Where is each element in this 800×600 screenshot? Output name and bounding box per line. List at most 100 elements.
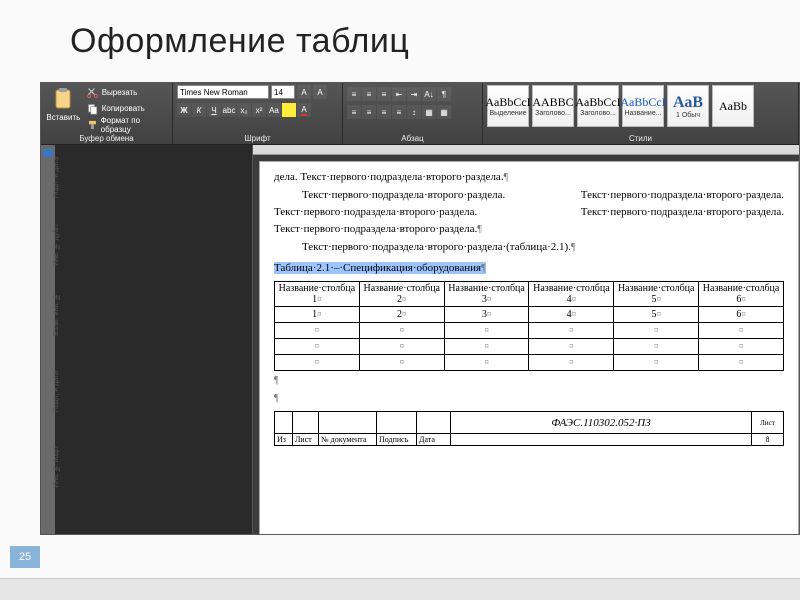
numbering-button[interactable]: ≡ (362, 87, 376, 101)
table-cell[interactable]: 3¤ (444, 307, 529, 323)
justify-button[interactable]: ≡ (392, 105, 406, 119)
clear-format-button[interactable]: Aa (267, 103, 281, 117)
paste-label: Вставить (46, 113, 80, 122)
copy-button[interactable]: Копировать (85, 101, 168, 116)
table-cell[interactable]: ¤ (529, 323, 614, 339)
brush-icon (87, 119, 98, 131)
multilevel-button[interactable]: ≡ (377, 87, 391, 101)
stamp-cell: Дата (417, 434, 451, 446)
subscript-button[interactable]: x₂ (237, 103, 251, 117)
table-cell[interactable]: ¤ (275, 339, 360, 355)
paste-button[interactable]: Вставить (45, 85, 82, 133)
stamp-cell: № документа (319, 434, 377, 446)
align-left-button[interactable]: ≡ (347, 105, 361, 119)
table-header-cell[interactable]: Название·столбца 2¤ (359, 282, 444, 307)
bold-button[interactable]: Ж (177, 103, 191, 117)
ribbon: Вставить Вырезать Копировать Формат по о… (41, 83, 799, 145)
table-cell[interactable]: 4¤ (529, 307, 614, 323)
copy-icon (87, 103, 99, 115)
gost-stamp: ФАЭС.110302.052·ПЗ Лист Из Лист № докуме… (274, 411, 784, 446)
table-header-cell[interactable]: Название·столбца 6¤ (699, 282, 784, 307)
font-name-combo[interactable]: Times New Roman (177, 85, 269, 99)
group-paragraph-label: Абзац (347, 133, 478, 144)
table-cell[interactable]: 5¤ (614, 307, 699, 323)
style-card[interactable]: AABBCЗаголово... (532, 85, 574, 127)
margin-label: Подп. и дата (53, 371, 60, 412)
stamp-cell: Из (275, 434, 293, 446)
sort-button[interactable]: A↓ (422, 87, 436, 101)
scissors-icon (87, 87, 99, 99)
table-cell[interactable]: ¤ (529, 355, 614, 371)
presenter-statusbar (0, 578, 800, 600)
table-cell[interactable]: ¤ (359, 355, 444, 371)
style-card[interactable]: AaBbCcIЗаголово... (577, 85, 619, 127)
margin-label: Взам. инв. № (53, 293, 60, 336)
superscript-button[interactable]: x² (252, 103, 266, 117)
word-window: Вставить Вырезать Копировать Формат по о… (40, 82, 800, 535)
table-header-cell[interactable]: Название·столбца 4¤ (529, 282, 614, 307)
table-cell[interactable]: ¤ (614, 339, 699, 355)
table-header-cell[interactable]: Название·столбца 3¤ (444, 282, 529, 307)
align-center-button[interactable]: ≡ (362, 105, 376, 119)
specification-table[interactable]: Название·столбца 1¤Название·столбца 2¤На… (274, 281, 784, 371)
style-card[interactable]: AaBb (712, 85, 754, 127)
table-cell[interactable]: ¤ (529, 339, 614, 355)
table-cell[interactable]: ¤ (614, 323, 699, 339)
page-viewport[interactable]: дела. Текст·первого·подраздела·второго·р… (253, 155, 799, 534)
grow-font-button[interactable]: A (297, 85, 311, 99)
margin-label: Подп. и дата (53, 157, 60, 198)
group-clipboard-label: Буфер обмена (45, 133, 168, 144)
table-cell[interactable]: ¤ (359, 339, 444, 355)
table-cell[interactable]: 2¤ (359, 307, 444, 323)
cut-label: Вырезать (102, 88, 138, 97)
line-spacing-button[interactable]: ↕ (407, 105, 421, 119)
ruler-horizontal[interactable] (253, 145, 799, 155)
table-cell[interactable]: ¤ (444, 323, 529, 339)
font-color-button[interactable]: A (297, 103, 311, 117)
strike-button[interactable]: abc (222, 103, 236, 117)
document-area: Подп. и дата Инв. № дубл. Взам. инв. № П… (41, 145, 799, 534)
table-cell[interactable]: ¤ (699, 339, 784, 355)
table-cell[interactable]: ¤ (699, 323, 784, 339)
table-cell[interactable]: ¤ (699, 355, 784, 371)
align-right-button[interactable]: ≡ (377, 105, 391, 119)
style-card[interactable]: AaBbCcIВыделение (487, 85, 529, 127)
style-card[interactable]: АаВ1 Обыч (667, 85, 709, 127)
table-cell[interactable]: ¤ (444, 355, 529, 371)
table-header-cell[interactable]: Название·столбца 1¤ (275, 282, 360, 307)
indent-dec-button[interactable]: ⇤ (392, 87, 406, 101)
group-font: Times New Roman 14 A A Ж К Ч abc x₂ x² A… (173, 83, 343, 144)
show-marks-button[interactable]: ¶ (437, 87, 451, 101)
table-cell[interactable]: ¤ (359, 323, 444, 339)
shrink-font-button[interactable]: A (313, 85, 327, 99)
bullets-button[interactable]: ≡ (347, 87, 361, 101)
paragraph-text[interactable]: дела. Текст·первого·подраздела·второго·р… (274, 169, 784, 186)
table-cell[interactable]: ¤ (275, 355, 360, 371)
indent-inc-button[interactable]: ⇥ (407, 87, 421, 101)
table-caption[interactable]: Таблица·2.1·–·Спецификация·оборудования (274, 260, 784, 277)
table-cell[interactable]: 1¤ (275, 307, 360, 323)
style-card[interactable]: AaBbCcIНазвание... (622, 85, 664, 127)
borders-button[interactable]: ▦ (437, 105, 451, 119)
highlight-button[interactable] (282, 103, 296, 117)
table-cell[interactable]: ¤ (614, 355, 699, 371)
table-header-cell[interactable]: Название·столбца 5¤ (614, 282, 699, 307)
paragraph-text[interactable]: Текст·первого·подраздела·второго·раздела… (274, 187, 784, 238)
table-cell[interactable]: ¤ (275, 323, 360, 339)
stamp-cell: Подпись (377, 434, 417, 446)
underline-button[interactable]: Ч (207, 103, 221, 117)
paragraph-mark (274, 390, 784, 407)
document-page[interactable]: дела. Текст·первого·подраздела·второго·р… (259, 161, 799, 534)
shading-button[interactable]: ▦ (422, 105, 436, 119)
format-painter-button[interactable]: Формат по образцу (85, 117, 168, 132)
cut-button[interactable]: Вырезать (85, 85, 168, 100)
font-size-combo[interactable]: 14 (271, 85, 295, 99)
table-cell[interactable]: ¤ (444, 339, 529, 355)
format-painter-label: Формат по образцу (101, 116, 166, 134)
stamp-sheet-label: Лист (760, 419, 775, 427)
paragraph-text[interactable]: Текст·первого·подраздела·второго·раздела… (274, 239, 784, 256)
group-styles-label: Стили (487, 133, 794, 144)
table-cell[interactable]: 6¤ (699, 307, 784, 323)
clipboard-icon (51, 87, 75, 111)
italic-button[interactable]: К (192, 103, 206, 117)
